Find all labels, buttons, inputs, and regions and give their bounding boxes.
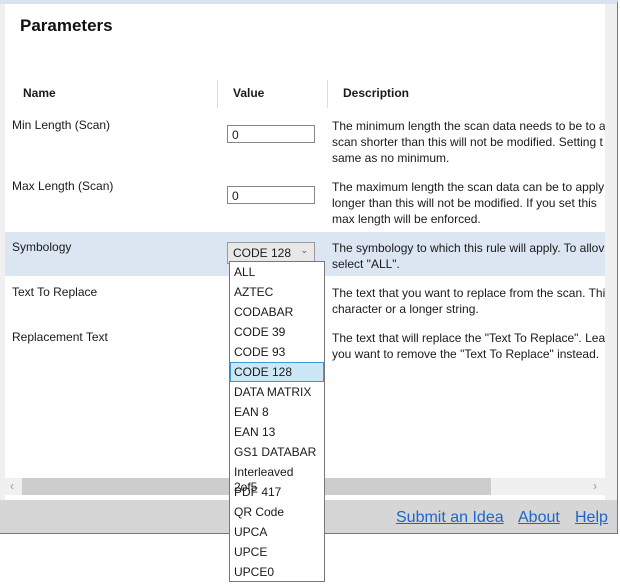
param-description: The symbology to which this rule will ap… bbox=[332, 241, 605, 271]
dropdown-option[interactable]: UPCE bbox=[230, 542, 324, 562]
dropdown-option[interactable]: EAN 13 bbox=[230, 422, 324, 442]
submit-idea-link[interactable]: Submit an Idea bbox=[396, 509, 504, 527]
max-length-input[interactable]: 0 bbox=[227, 186, 315, 204]
page-title: Parameters bbox=[20, 16, 113, 35]
dropdown-option[interactable]: CODABAR bbox=[230, 302, 324, 322]
table-row[interactable]: Max Length (Scan) 0 The maximum length t… bbox=[5, 175, 605, 231]
dropdown-option[interactable]: Interleaved 2of5 bbox=[230, 462, 324, 494]
min-length-input[interactable]: 0 bbox=[227, 125, 315, 143]
dropdown-option[interactable]: UPCA bbox=[230, 522, 324, 542]
help-link[interactable]: Help bbox=[575, 509, 608, 527]
column-header-name[interactable]: Name bbox=[23, 86, 56, 100]
symbology-dropdown-list[interactable]: ALL AZTEC CODABAR CODE 39 CODE 93 CODE 128 DAT… bbox=[229, 261, 325, 582]
column-divider[interactable] bbox=[327, 80, 328, 108]
dropdown-option[interactable]: ALL bbox=[230, 262, 324, 282]
param-description: The minimum length the scan data needs t… bbox=[332, 119, 605, 165]
param-name: Min Length (Scan) bbox=[12, 118, 111, 132]
column-header-value[interactable]: Value bbox=[233, 86, 264, 100]
column-divider[interactable] bbox=[217, 80, 218, 108]
scroll-left-icon[interactable]: ‹ bbox=[10, 479, 14, 493]
dropdown-option[interactable]: DATA MATRIX bbox=[230, 382, 324, 402]
about-link[interactable]: About bbox=[518, 509, 560, 527]
dropdown-option[interactable]: QR Code bbox=[230, 502, 324, 522]
dropdown-option[interactable]: AZTEC bbox=[230, 282, 324, 302]
param-description: The text that you want to replace from t… bbox=[332, 286, 605, 316]
param-name: Text To Replace bbox=[12, 285, 98, 299]
param-description: The maximum length the scan data can be … bbox=[332, 180, 605, 226]
param-name: Max Length (Scan) bbox=[12, 179, 114, 193]
dropdown-option[interactable]: PDF 417 bbox=[230, 482, 324, 502]
dropdown-option[interactable]: UPCE0 bbox=[230, 562, 324, 582]
param-name: Symbology bbox=[12, 240, 72, 254]
scroll-right-icon[interactable]: › bbox=[593, 479, 597, 493]
table-row[interactable]: Min Length (Scan) 0 The minimum length t… bbox=[5, 114, 605, 172]
dropdown-option[interactable]: CODE 39 bbox=[230, 322, 324, 342]
chevron-down-icon: ⌄ bbox=[300, 245, 308, 255]
param-name: Replacement Text bbox=[12, 330, 108, 344]
param-description: The text that will replace the "Text To … bbox=[332, 331, 605, 361]
dropdown-option[interactable]: CODE 93 bbox=[230, 342, 324, 362]
dropdown-option[interactable]: GS1 DATABAR bbox=[230, 442, 324, 462]
dropdown-option[interactable]: CODE 128 bbox=[230, 362, 324, 382]
column-header-description[interactable]: Description bbox=[343, 86, 409, 100]
dropdown-option[interactable]: EAN 8 bbox=[230, 402, 324, 422]
